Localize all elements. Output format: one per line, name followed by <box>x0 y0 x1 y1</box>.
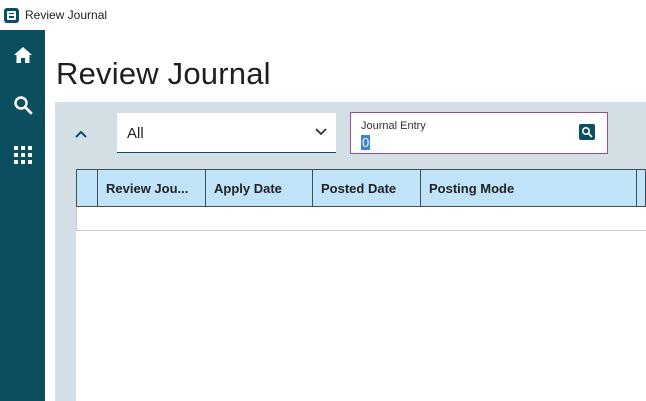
sidebar-item-home[interactable] <box>0 35 45 75</box>
main-panel: All Journal Entry 0 Review Jou... Apply … <box>55 102 646 401</box>
search-icon <box>581 126 593 138</box>
sidebar-item-search[interactable] <box>0 85 45 125</box>
window-title: Review Journal <box>25 8 108 22</box>
sidebar <box>0 30 45 401</box>
filter-select[interactable]: All <box>117 113 336 153</box>
sidebar-item-apps[interactable] <box>0 135 45 175</box>
table-row[interactable] <box>76 207 646 231</box>
chevron-down-icon <box>315 128 327 136</box>
title-bar: Review Journal <box>0 0 646 30</box>
column-header-review-journal[interactable]: Review Jou... <box>98 169 206 207</box>
column-header-apply-date[interactable]: Apply Date <box>206 169 313 207</box>
chevron-up-icon <box>75 130 87 138</box>
journal-entry-label: Journal Entry <box>361 120 426 132</box>
filter-bar: All Journal Entry 0 <box>55 102 646 162</box>
search-icon <box>13 96 32 115</box>
journal-entry-input[interactable]: 0 <box>361 135 371 150</box>
filter-select-value: All <box>127 125 144 142</box>
grid-icon <box>13 146 32 164</box>
home-icon <box>13 47 32 63</box>
collapse-filters-button[interactable] <box>69 122 93 146</box>
journal-grid: Review Jou... Apply Date Posted Date Pos… <box>76 169 646 401</box>
journal-entry-field[interactable]: Journal Entry 0 <box>350 112 608 154</box>
column-header-select[interactable] <box>76 169 98 207</box>
grid-header: Review Jou... Apply Date Posted Date Pos… <box>76 169 646 207</box>
column-header-extra[interactable] <box>637 169 646 207</box>
journal-entry-search-button[interactable] <box>579 124 595 140</box>
app-logo-icon <box>4 7 19 23</box>
column-header-posting-mode[interactable]: Posting Mode <box>421 169 637 207</box>
page-title: Review Journal <box>56 56 271 91</box>
column-header-posted-date[interactable]: Posted Date <box>313 169 421 207</box>
